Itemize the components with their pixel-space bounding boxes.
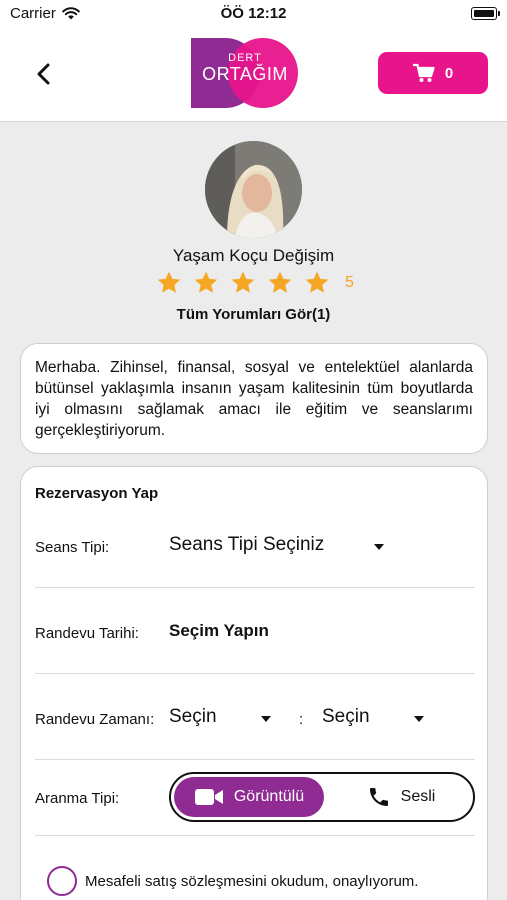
session-type-value: Seans Tipi Seçiniz bbox=[169, 534, 325, 555]
video-call-option[interactable]: Görüntülü bbox=[174, 777, 324, 817]
logo-text-top: DERT bbox=[228, 52, 262, 64]
time-end-select[interactable]: Seçin bbox=[322, 703, 432, 735]
star-rating: 5 bbox=[156, 270, 354, 296]
star-icon bbox=[231, 271, 255, 293]
divider bbox=[35, 673, 475, 674]
video-call-label: Görüntülü bbox=[233, 788, 305, 805]
audio-call-option[interactable]: Sesli bbox=[331, 777, 471, 817]
cart-icon bbox=[412, 63, 435, 82]
time-start-value: Seçin bbox=[169, 706, 217, 727]
star-icon bbox=[194, 271, 218, 293]
call-type-toggle: Görüntülü Sesli bbox=[169, 772, 475, 822]
coach-avatar bbox=[205, 141, 302, 238]
reservation-title: Rezervasyon Yap bbox=[35, 485, 159, 502]
star-icon bbox=[268, 271, 292, 293]
time-start-select[interactable]: Seçin bbox=[169, 703, 279, 735]
time-label: Randevu Zamanı: bbox=[35, 711, 155, 728]
date-picker[interactable]: Seçim Yapın bbox=[169, 621, 269, 641]
agreement-text: Mesafeli satış sözleşmesini okudum, onay… bbox=[85, 873, 419, 890]
back-button[interactable] bbox=[30, 60, 58, 88]
agreement-radio[interactable] bbox=[47, 866, 77, 896]
bio-text: Merhaba. Zihinsel, finansal, sosyal ve e… bbox=[35, 359, 473, 439]
caret-down-icon bbox=[414, 716, 424, 722]
battery-icon bbox=[471, 7, 500, 20]
app-header: DERT ORTAĞIM 0 bbox=[0, 28, 507, 122]
status-bar: Carrier ÖÖ 12:12 bbox=[0, 0, 507, 28]
cart-button[interactable]: 0 bbox=[378, 52, 488, 94]
caret-down-icon bbox=[374, 544, 384, 550]
caret-down-icon bbox=[261, 716, 271, 722]
video-camera-icon bbox=[194, 789, 223, 805]
star-icon bbox=[157, 271, 181, 293]
audio-call-label: Sesli bbox=[400, 788, 436, 805]
bio-card: Merhaba. Zihinsel, finansal, sosyal ve e… bbox=[20, 343, 488, 454]
divider bbox=[35, 587, 475, 588]
app-logo: DERT ORTAĞIM bbox=[191, 38, 299, 108]
session-type-select[interactable]: Seans Tipi Seçiniz bbox=[169, 531, 399, 563]
divider bbox=[35, 835, 475, 836]
session-type-label: Seans Tipi: bbox=[35, 539, 110, 556]
all-reviews-link[interactable]: Tüm Yorumları Gör(1) bbox=[0, 306, 507, 323]
date-label: Randevu Tarihi: bbox=[35, 625, 139, 642]
divider bbox=[35, 759, 475, 760]
time-end-value: Seçin bbox=[322, 706, 370, 727]
call-type-label: Aranma Tipi: bbox=[35, 790, 120, 807]
phone-icon bbox=[369, 788, 388, 806]
status-time: ÖÖ 12:12 bbox=[220, 5, 287, 22]
avatar-photo bbox=[205, 141, 302, 238]
time-separator: : bbox=[299, 711, 304, 728]
rating-value: 5 bbox=[345, 274, 354, 291]
logo-text-main: ORTAĞIM bbox=[202, 64, 288, 84]
reservation-card: Rezervasyon Yap Seans Tipi: Seans Tipi S… bbox=[20, 466, 488, 900]
cart-count: 0 bbox=[444, 64, 454, 82]
coach-name: Yaşam Koçu Değişim bbox=[172, 246, 335, 265]
star-icon bbox=[305, 271, 329, 293]
chevron-left-icon bbox=[37, 63, 50, 85]
